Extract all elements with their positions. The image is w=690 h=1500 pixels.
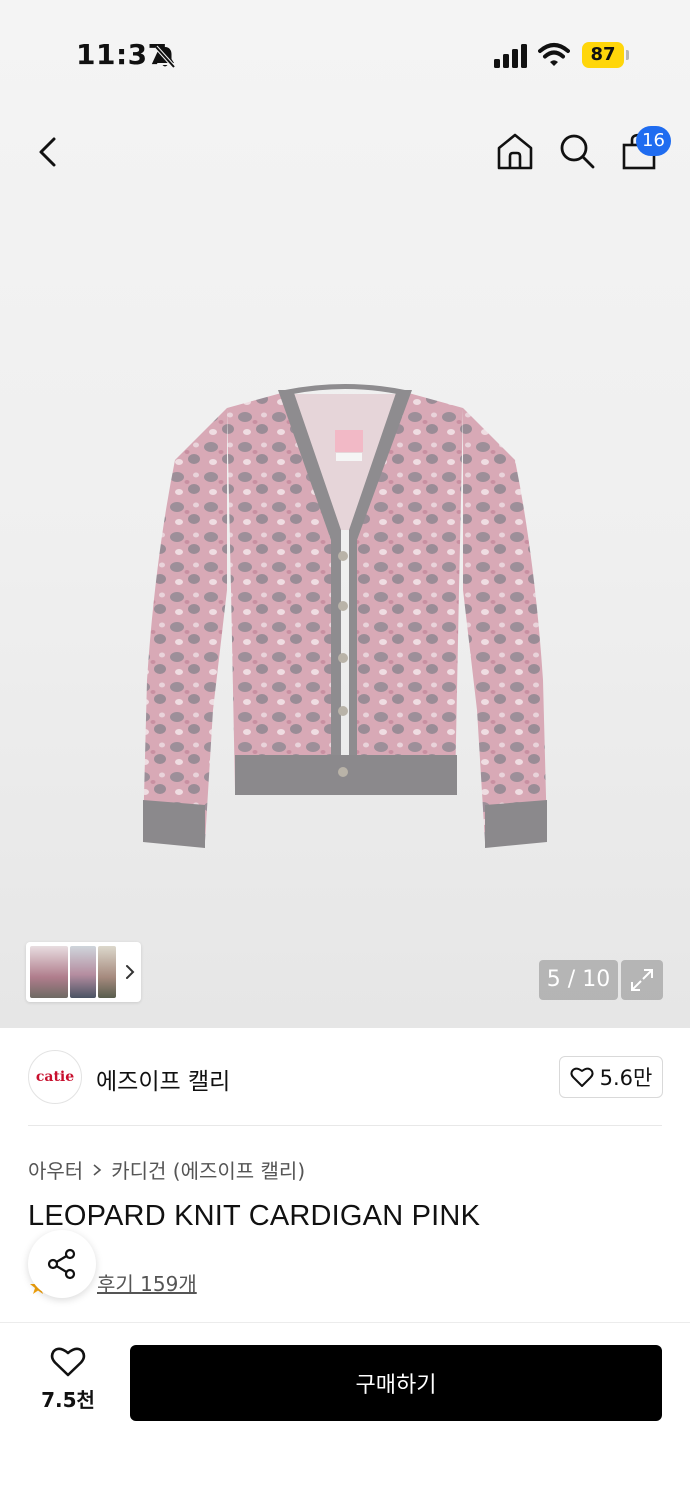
breadcrumb-subcategory[interactable]: 카디건 (에즈이프 캘리) [111,1155,305,1184]
home-icon [497,133,533,170]
wishlist-button[interactable]: 7.5천 [30,1346,106,1420]
product-image[interactable] [135,380,555,860]
breadcrumb-category[interactable]: 아우터 [28,1155,83,1184]
heart-icon [570,1067,594,1087]
thumbnail-3[interactable] [98,946,116,998]
chevron-left-icon [39,137,56,167]
signal-icon [494,44,527,68]
search-icon [560,134,595,169]
chevron-right-icon [93,1163,102,1176]
cart-count-badge: 16 [636,126,671,156]
review-link[interactable]: 후기 159개 [97,1268,197,1297]
buy-button[interactable]: 구매하기 [130,1345,662,1421]
wishlist-count: 7.5천 [41,1388,95,1412]
brand-logo[interactable]: catie [28,1050,82,1104]
chevron-right-icon [126,965,135,979]
breadcrumb: 아우터 카디건 (에즈이프 캘리) [28,1155,305,1184]
heart-icon [50,1347,86,1377]
home-button[interactable] [490,126,540,176]
expand-button[interactable] [621,960,663,1000]
share-button[interactable] [28,1230,96,1298]
expand-icon [631,969,653,991]
wifi-icon [538,43,570,66]
battery-icon: 87 [582,42,630,68]
brand-like-button[interactable]: 5.6만 [559,1056,663,1098]
thumbnail-strip[interactable] [26,942,141,1002]
divider [28,1125,662,1126]
product-title: LEOPARD KNIT CARDIGAN PINK [28,1200,481,1232]
bottom-bar-divider [0,1322,690,1323]
brand-like-count: 5.6만 [599,1066,653,1090]
search-button[interactable] [552,126,602,176]
bell-off-icon [154,45,176,69]
brand-logo-text: catie [35,1069,75,1085]
thumbnail-1[interactable] [30,946,68,998]
battery-level: 87 [590,44,616,65]
back-button[interactable] [24,128,72,176]
thumbnail-2[interactable] [70,946,96,998]
share-icon [47,1248,76,1280]
brand-name[interactable]: 에즈이프 캘리 [96,1062,230,1096]
image-pager: 5 / 10 [539,960,618,1000]
